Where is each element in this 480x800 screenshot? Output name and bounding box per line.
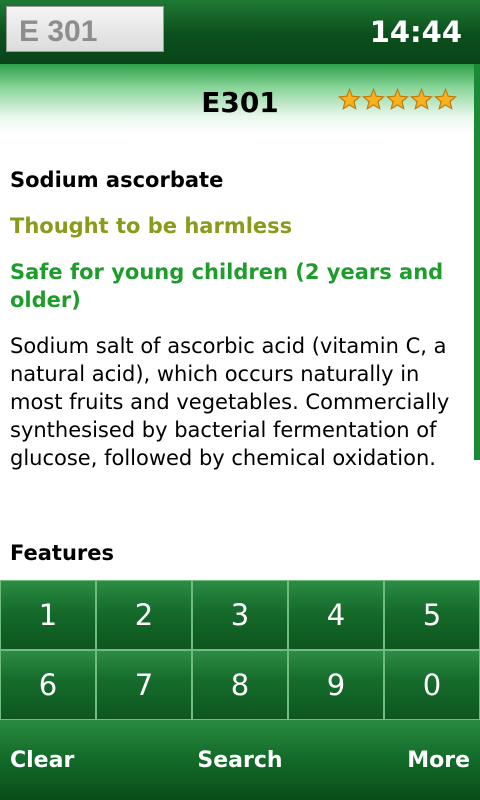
clock: 14:44 [369, 15, 462, 49]
detail-header: E301 [0, 64, 474, 134]
additive-description: Sodium salt of ascorbic acid (vitamin C,… [10, 334, 450, 470]
rating-stars [338, 88, 457, 116]
key-2[interactable]: 2 [96, 580, 192, 650]
star-icon [338, 88, 361, 110]
clear-button[interactable]: Clear [10, 746, 74, 776]
status-bar: 14:44 [0, 0, 480, 64]
key-3[interactable]: 3 [192, 580, 288, 650]
search-input[interactable] [6, 6, 164, 52]
star-icon [434, 88, 457, 110]
key-8[interactable]: 8 [192, 650, 288, 720]
safety-rating-text: Thought to be harmless [10, 214, 293, 238]
key-4[interactable]: 4 [288, 580, 384, 650]
key-1[interactable]: 1 [0, 580, 96, 650]
additive-details: Sodium ascorbate Thought to be harmless … [10, 166, 470, 472]
star-icon [362, 88, 385, 110]
scrollbar[interactable] [474, 64, 480, 460]
key-0[interactable]: 0 [384, 650, 480, 720]
children-safety-text: Safe for young children (2 years and old… [10, 260, 444, 312]
additive-name: Sodium ascorbate [10, 168, 224, 192]
numeric-keypad: 1 2 3 4 5 6 7 8 9 0 [0, 580, 480, 720]
more-button[interactable]: More [407, 746, 470, 776]
key-9[interactable]: 9 [288, 650, 384, 720]
key-7[interactable]: 7 [96, 650, 192, 720]
star-icon [410, 88, 433, 110]
key-6[interactable]: 6 [0, 650, 96, 720]
features-heading: Features [10, 541, 114, 565]
star-icon [386, 88, 409, 110]
key-5[interactable]: 5 [384, 580, 480, 650]
softkey-bar: Search Clear More [0, 720, 480, 800]
